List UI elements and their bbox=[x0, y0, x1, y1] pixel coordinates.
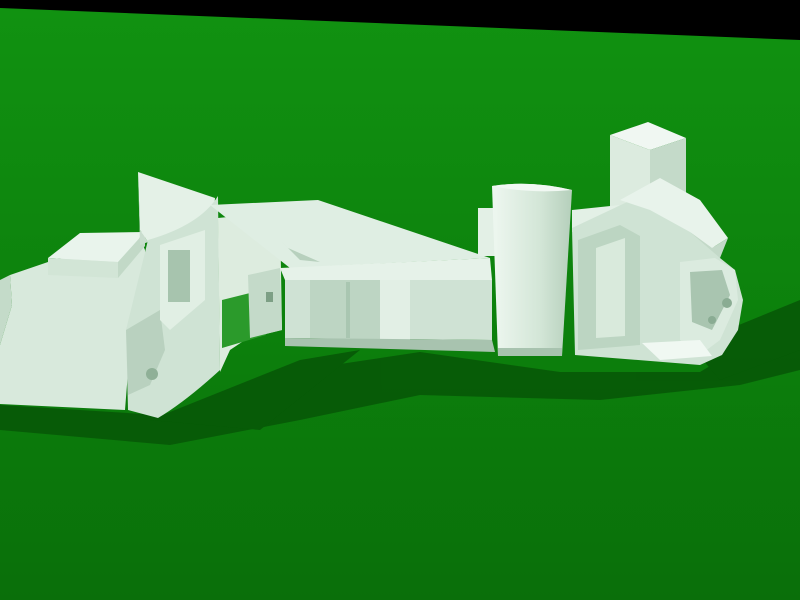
render-viewport bbox=[0, 0, 800, 600]
architectural-model-render bbox=[0, 0, 800, 600]
